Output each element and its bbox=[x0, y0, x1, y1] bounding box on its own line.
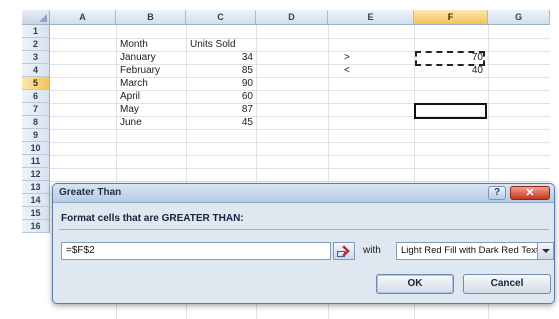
grid-line bbox=[50, 168, 550, 169]
row-header-10[interactable]: 10 bbox=[22, 142, 50, 155]
row-header-5[interactable]: 5 bbox=[22, 77, 50, 90]
column-header-f[interactable]: F bbox=[414, 10, 488, 25]
cell-e3[interactable]: < bbox=[340, 64, 380, 77]
row-header-14[interactable]: 14 bbox=[22, 194, 50, 207]
dialog-title: Greater Than bbox=[59, 187, 122, 198]
chevron-down-icon bbox=[542, 249, 550, 253]
ok-button[interactable]: OK bbox=[376, 274, 454, 294]
greater-than-dialog: Greater Than ? ✕ Format cells that are G… bbox=[52, 183, 555, 304]
cell-b7[interactable]: May bbox=[116, 103, 186, 116]
cell-c8[interactable]: 45 bbox=[186, 116, 256, 129]
row-header-12[interactable]: 12 bbox=[22, 168, 50, 181]
format-style-value: Light Red Fill with Dark Red Text bbox=[401, 245, 539, 256]
threshold-value-input[interactable]: =$F$2 bbox=[61, 242, 331, 260]
row-header-3[interactable]: 3 bbox=[22, 51, 50, 64]
cell-e2[interactable]: > bbox=[340, 51, 380, 64]
help-button[interactable]: ? bbox=[488, 186, 506, 200]
cell-c6[interactable]: 60 bbox=[186, 90, 256, 103]
select-all-icon bbox=[39, 14, 47, 22]
cell-c7[interactable]: 87 bbox=[186, 103, 256, 116]
column-header-e[interactable]: E bbox=[328, 10, 414, 25]
cell-b3[interactable]: January bbox=[116, 51, 186, 64]
active-cell-f5[interactable] bbox=[414, 103, 487, 119]
row-header-2[interactable]: 2 bbox=[22, 38, 50, 51]
dialog-prompt: Format cells that are GREATER THAN: bbox=[61, 213, 244, 224]
grid-line bbox=[50, 181, 550, 182]
dialog-divider bbox=[59, 229, 549, 230]
column-header-a[interactable]: A bbox=[50, 10, 116, 25]
grid-line bbox=[50, 155, 550, 156]
cell-b2[interactable]: Month bbox=[116, 38, 186, 51]
column-header-c[interactable]: C bbox=[186, 10, 256, 25]
cancel-button[interactable]: Cancel bbox=[463, 274, 551, 294]
row-header-13[interactable]: 13 bbox=[22, 181, 50, 194]
row-header-4[interactable]: 4 bbox=[22, 64, 50, 77]
cell-c3[interactable]: 34 bbox=[186, 51, 256, 64]
dialog-titlebar[interactable]: Greater Than ? ✕ bbox=[53, 184, 554, 203]
column-header-g[interactable]: G bbox=[488, 10, 550, 25]
dropdown-button[interactable] bbox=[537, 243, 553, 259]
row-header-7[interactable]: 7 bbox=[22, 103, 50, 116]
format-style-dropdown[interactable]: Light Red Fill with Dark Red Text bbox=[396, 242, 554, 260]
cell-c2[interactable]: Units Sold bbox=[186, 38, 256, 51]
with-label: with bbox=[363, 245, 381, 256]
close-button[interactable]: ✕ bbox=[510, 186, 550, 200]
cell-b8[interactable]: June bbox=[116, 116, 186, 129]
row-header-15[interactable]: 15 bbox=[22, 207, 50, 220]
column-header-b[interactable]: B bbox=[116, 10, 186, 25]
grid-line bbox=[50, 142, 550, 143]
row-header-16[interactable]: 16 bbox=[22, 220, 50, 233]
collapse-dialog-button[interactable] bbox=[333, 242, 355, 260]
copied-cell-marquee bbox=[415, 51, 485, 66]
cell-c5[interactable]: 90 bbox=[186, 77, 256, 90]
grid-line bbox=[50, 129, 550, 130]
row-header-1[interactable]: 1 bbox=[22, 25, 50, 38]
cell-b5[interactable]: March bbox=[116, 77, 186, 90]
cell-b4[interactable]: February bbox=[116, 64, 186, 77]
select-all-button[interactable] bbox=[22, 10, 50, 25]
row-header-8[interactable]: 8 bbox=[22, 116, 50, 129]
cell-b6[interactable]: April bbox=[116, 90, 186, 103]
row-header-11[interactable]: 11 bbox=[22, 155, 50, 168]
row-header-9[interactable]: 9 bbox=[22, 129, 50, 142]
column-header-d[interactable]: D bbox=[256, 10, 328, 25]
row-header-6[interactable]: 6 bbox=[22, 90, 50, 103]
cell-c4[interactable]: 85 bbox=[186, 64, 256, 77]
